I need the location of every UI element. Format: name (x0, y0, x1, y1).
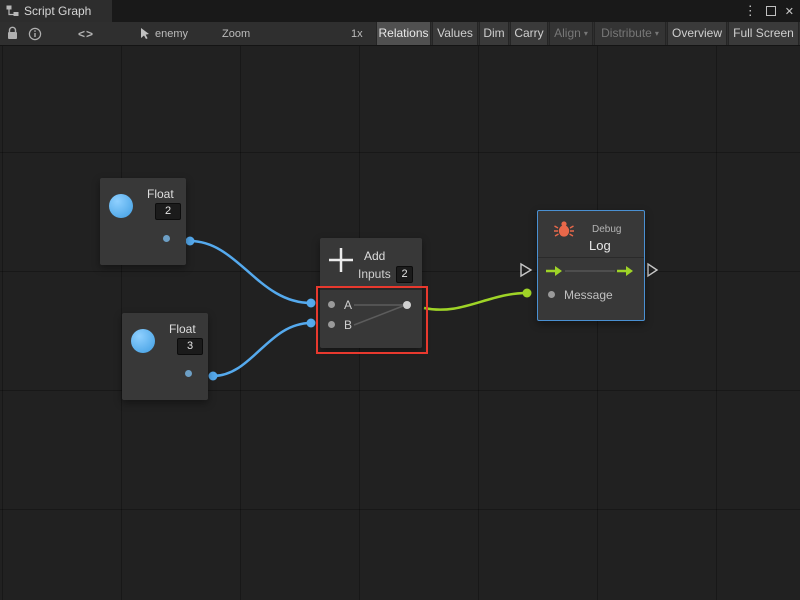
node-title: Float (147, 187, 174, 201)
float-type-icon (109, 194, 133, 218)
toolbar-button-relations[interactable]: Relations (376, 22, 431, 45)
toolbar-button-values[interactable]: Values (432, 22, 478, 45)
message-input-port[interactable] (548, 291, 555, 298)
node-title: Log (589, 238, 611, 253)
node-float-1[interactable]: Float 2 (100, 178, 186, 265)
graph-name-label[interactable]: enemy (155, 28, 188, 40)
chevron-down-icon: ▾ (584, 29, 588, 38)
titlebar: Script Graph ⋮ ✕ (0, 0, 800, 22)
node-add[interactable]: Add Inputs 2 A B (320, 238, 422, 348)
flow-row (538, 259, 644, 283)
inputs-count-field[interactable]: 2 (396, 266, 413, 283)
node-title: Float (169, 322, 196, 336)
toolbar-button-distribute[interactable]: Distribute▾ (594, 22, 666, 45)
divider (538, 257, 644, 258)
message-label: Message (564, 288, 613, 302)
toolbar-button-fullscreen[interactable]: Full Screen (728, 22, 799, 45)
flow-in-arrow-icon[interactable] (555, 266, 562, 276)
node-float-2[interactable]: Float 3 (122, 313, 208, 400)
unity-script-graph-window: Script Graph ⋮ ✕ <> enemy Zoom 1x Relati… (0, 0, 800, 600)
zoom-label: Zoom (222, 28, 250, 40)
maximize-icon[interactable] (766, 6, 776, 16)
window-controls: ⋮ ✕ (744, 0, 800, 22)
highlight-rectangle (316, 286, 428, 354)
zoom-value: 1x (351, 28, 363, 40)
output-port[interactable] (163, 235, 170, 242)
lock-icon[interactable] (6, 26, 19, 41)
float-value-field[interactable]: 3 (177, 338, 203, 355)
output-port[interactable] (185, 370, 192, 377)
toolbar-button-align[interactable]: Align▾ (549, 22, 593, 45)
distribute-label: Distribute (601, 26, 652, 40)
float-type-icon (131, 329, 155, 353)
bug-icon (553, 220, 575, 238)
script-graph-icon (6, 5, 19, 17)
kebab-menu-icon[interactable]: ⋮ (744, 0, 757, 22)
close-icon[interactable]: ✕ (785, 5, 794, 18)
inputs-label: Inputs (358, 267, 391, 281)
info-icon[interactable] (28, 27, 42, 41)
flow-out-arrow-icon[interactable] (626, 266, 633, 276)
align-label: Align (554, 26, 581, 40)
graph-toolbar: <> enemy Zoom 1x Relations Values Dim Ca… (0, 22, 800, 46)
chevron-down-icon: ▾ (655, 29, 659, 38)
node-title: Add (364, 249, 385, 263)
tab-script-graph[interactable]: Script Graph (0, 0, 112, 22)
tab-title: Script Graph (24, 4, 91, 18)
float-value-field[interactable]: 2 (155, 203, 181, 220)
toolbar-button-dim[interactable]: Dim (479, 22, 509, 45)
toolbar-button-overview[interactable]: Overview (667, 22, 727, 45)
plus-icon (328, 247, 354, 273)
node-debug-log[interactable]: Debug Log Message (537, 210, 645, 321)
cursor-icon (140, 27, 152, 40)
code-view-icon[interactable]: <> (78, 27, 94, 41)
node-category: Debug (592, 224, 621, 235)
toolbar-button-carry[interactable]: Carry (510, 22, 548, 45)
